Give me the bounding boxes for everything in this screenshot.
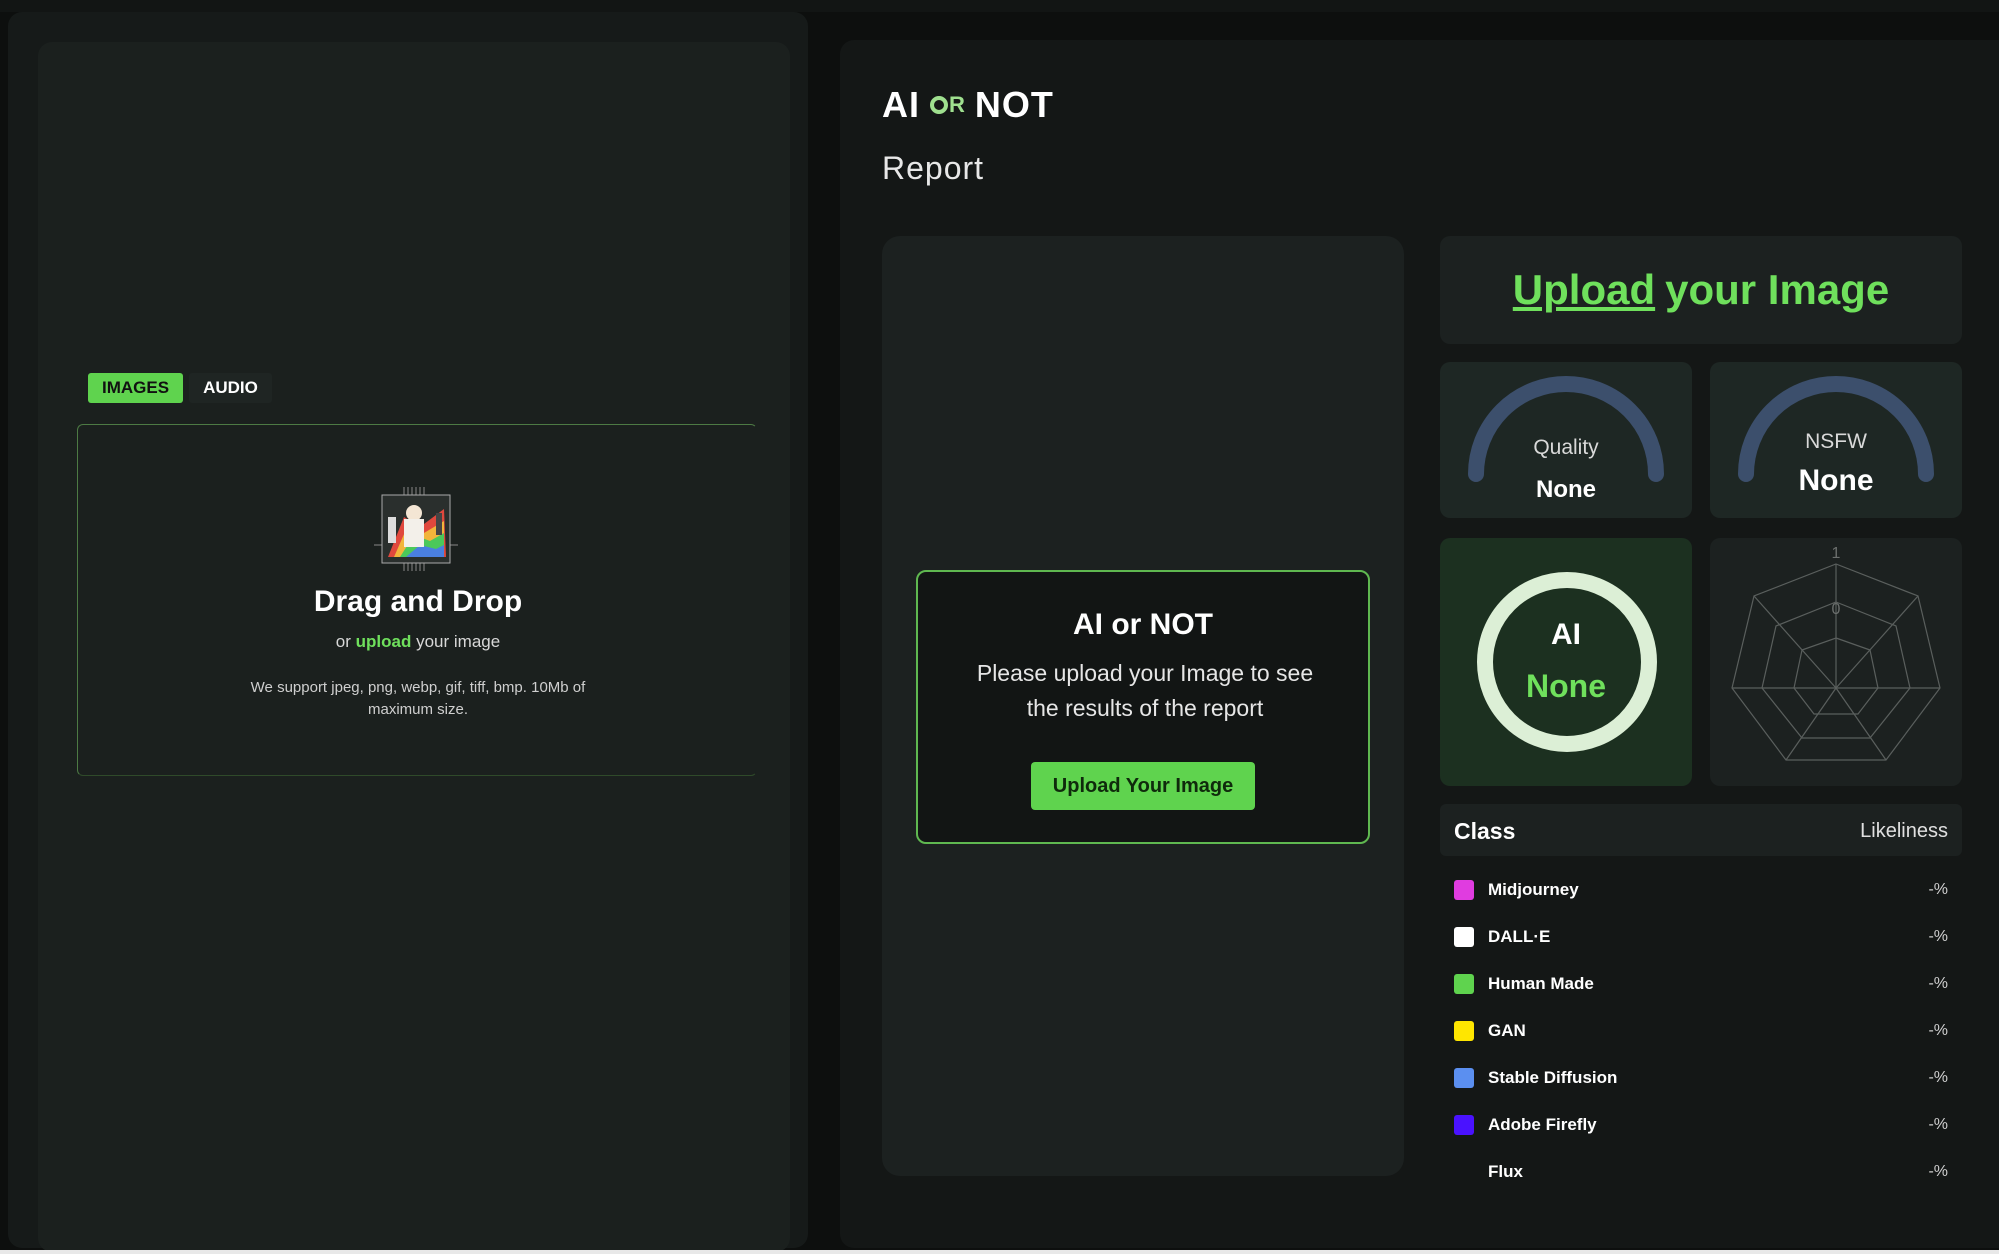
dropzone-sub-prefix: or bbox=[335, 632, 351, 651]
class-name: Midjourney bbox=[1488, 879, 1579, 899]
radar-tick-center: 0 bbox=[1832, 601, 1841, 618]
top-strip bbox=[0, 0, 1999, 12]
brand-ai: AI bbox=[882, 84, 920, 125]
class-likeliness: -% bbox=[1928, 1068, 1948, 1086]
brand-not: NOT bbox=[974, 84, 1054, 125]
class-row-dalle: DALL·E -% bbox=[1440, 913, 1962, 960]
page-title: Report bbox=[882, 150, 985, 186]
ai-score-card: AI None bbox=[1440, 538, 1692, 786]
upload-link[interactable]: Upload bbox=[1513, 266, 1655, 314]
class-name: Stable Diffusion bbox=[1488, 1067, 1618, 1087]
class-color-swatch bbox=[1454, 973, 1474, 994]
nsfw-label: NSFW bbox=[1805, 430, 1867, 453]
tab-audio[interactable]: AUDIO bbox=[189, 373, 272, 403]
class-row-human-made: Human Made -% bbox=[1440, 960, 1962, 1007]
bottom-strip bbox=[0, 1250, 1999, 1254]
class-color-swatch bbox=[1454, 1067, 1474, 1088]
ai-score-value: None bbox=[1526, 668, 1606, 704]
report-panel: AI R NOT Report AI or NOT Please upload … bbox=[840, 40, 1999, 1248]
class-likeliness: -% bbox=[1928, 1115, 1948, 1133]
dropzone-subtitle: or upload your image bbox=[78, 632, 758, 652]
class-table-header: Class Likeliness bbox=[1440, 804, 1962, 856]
class-name: Flux bbox=[1488, 1161, 1523, 1181]
tab-images[interactable]: IMAGES bbox=[88, 373, 184, 403]
upload-your-image-button[interactable]: Upload Your Image bbox=[1031, 762, 1255, 810]
class-likeliness: -% bbox=[1928, 1021, 1948, 1039]
class-color-swatch bbox=[1454, 1162, 1474, 1182]
class-color-swatch bbox=[1454, 926, 1474, 947]
dropzone-title: Drag and Drop bbox=[313, 585, 523, 618]
ai-score-label: AI bbox=[1551, 618, 1581, 651]
class-name: Human Made bbox=[1488, 973, 1594, 993]
class-name: GAN bbox=[1488, 1020, 1526, 1040]
class-row-adobe-firefly: Adobe Firefly -% bbox=[1440, 1101, 1962, 1148]
prompt-text: Please upload your Image to see the resu… bbox=[976, 660, 1314, 721]
class-likeliness: -% bbox=[1928, 927, 1948, 945]
quality-value: None bbox=[1536, 476, 1596, 503]
class-row-flux: Flux -% bbox=[1440, 1148, 1962, 1195]
class-column-header: Class bbox=[1454, 818, 1516, 844]
nsfw-value: None bbox=[1798, 464, 1874, 497]
media-tabs: IMAGES AUDIO bbox=[88, 372, 272, 404]
upload-prompt-box: AI or NOT Please upload your Image to se… bbox=[916, 570, 1370, 844]
class-name: Adobe Firefly bbox=[1488, 1114, 1597, 1134]
dropzone-upload-link[interactable]: upload bbox=[356, 632, 412, 651]
dropzone-sub-suffix: your image bbox=[416, 632, 501, 651]
class-color-swatch bbox=[1454, 879, 1474, 900]
class-likeliness: -% bbox=[1928, 974, 1948, 992]
likeliness-column-header: Likeliness bbox=[1860, 820, 1948, 842]
class-color-swatch bbox=[1454, 1114, 1474, 1135]
image-preview-icon bbox=[374, 487, 458, 571]
brand-logo: AI R NOT bbox=[882, 84, 1054, 126]
upload-card-text: your Image bbox=[1665, 266, 1890, 313]
or-circle-icon bbox=[930, 96, 948, 114]
radar-chart: 1 0 bbox=[1731, 545, 1941, 761]
class-color-swatch bbox=[1454, 1020, 1474, 1041]
class-row-stable-diffusion: Stable Diffusion -% bbox=[1440, 1054, 1962, 1101]
ai-score-ring bbox=[1477, 572, 1657, 752]
brand-or-letter: R bbox=[949, 92, 965, 117]
quality-gauge-card: Quality None bbox=[1440, 362, 1692, 518]
class-name: DALL·E bbox=[1488, 926, 1551, 946]
class-likeliness: -% bbox=[1928, 1162, 1948, 1180]
class-list: Midjourney -% DALL·E -% Human Made -% GA… bbox=[1440, 866, 1962, 1195]
dropzone-supported-formats: We support jpeg, png, webp, gif, tiff, b… bbox=[250, 679, 586, 718]
radar-tick-top: 1 bbox=[1832, 545, 1841, 562]
class-likeliness: -% bbox=[1928, 880, 1948, 898]
class-row-midjourney: Midjourney -% bbox=[1440, 866, 1962, 913]
nsfw-gauge-card: NSFW None bbox=[1710, 362, 1962, 518]
prompt-title: AI or NOT bbox=[1073, 608, 1213, 641]
brand-or-mark: R bbox=[930, 92, 965, 118]
radar-chart-card: 1 0 bbox=[1710, 538, 1962, 786]
dropzone[interactable]: Drag and Drop or upload your image We su… bbox=[77, 424, 757, 776]
quality-label: Quality bbox=[1533, 436, 1599, 459]
upload-image-card: Upload your Image bbox=[1440, 236, 1962, 344]
report-preview-card: AI or NOT Please upload your Image to se… bbox=[882, 236, 1404, 1176]
class-row-gan: GAN -% bbox=[1440, 1007, 1962, 1054]
